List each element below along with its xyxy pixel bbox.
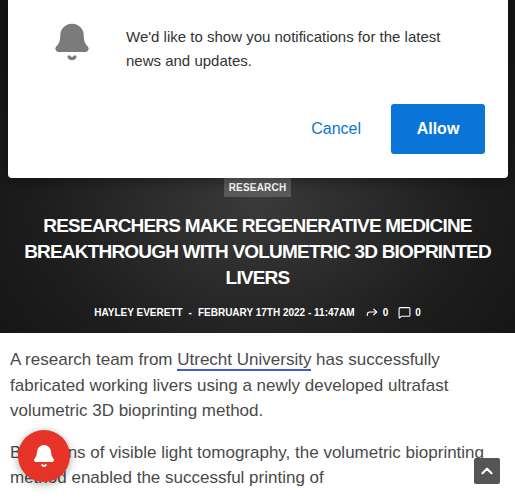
separator: - [189,307,192,318]
article-body: A research team from Utrecht University … [0,333,515,491]
prompt-buttons: Cancel Allow [52,104,485,154]
share-icon [365,305,379,319]
notification-prompt: We'd like to show you notifications for … [8,0,508,178]
comment-count[interactable]: 0 [398,306,421,319]
bell-icon [32,444,56,468]
scroll-top-button[interactable] [474,458,500,484]
allow-button[interactable]: Allow [391,104,485,154]
date: FEBRUARY 17TH 2022 - 11:47AM [198,307,355,318]
article-title: RESEARCHERS MAKE REGENERATIVE MEDICINE B… [10,213,505,291]
cancel-button[interactable]: Cancel [295,104,377,154]
paragraph: By means of visible light tomography, th… [10,440,505,491]
author[interactable]: HAYLEY EVERETT [94,307,182,318]
paragraph: A research team from Utrecht University … [10,347,505,424]
text-link[interactable]: Utrecht University [177,350,311,371]
category-tag[interactable]: RESEARCH [224,178,292,197]
prompt-message: We'd like to show you notifications for … [126,22,476,73]
notification-button[interactable] [18,430,70,482]
text-span: A research team from [10,350,177,369]
comment-icon [398,306,411,319]
page: RESEARCH RESEARCHERS MAKE REGENERATIVE ME… [0,0,515,500]
article-meta: HAYLEY EVERETT-FEBRUARY 17TH 2022 - 11:4… [94,305,421,319]
text-span: By means of visible light tomography, th… [10,443,484,488]
bell-icon [52,22,92,62]
share-count[interactable]: 0 [365,305,389,319]
arrow-up-icon [478,462,496,480]
